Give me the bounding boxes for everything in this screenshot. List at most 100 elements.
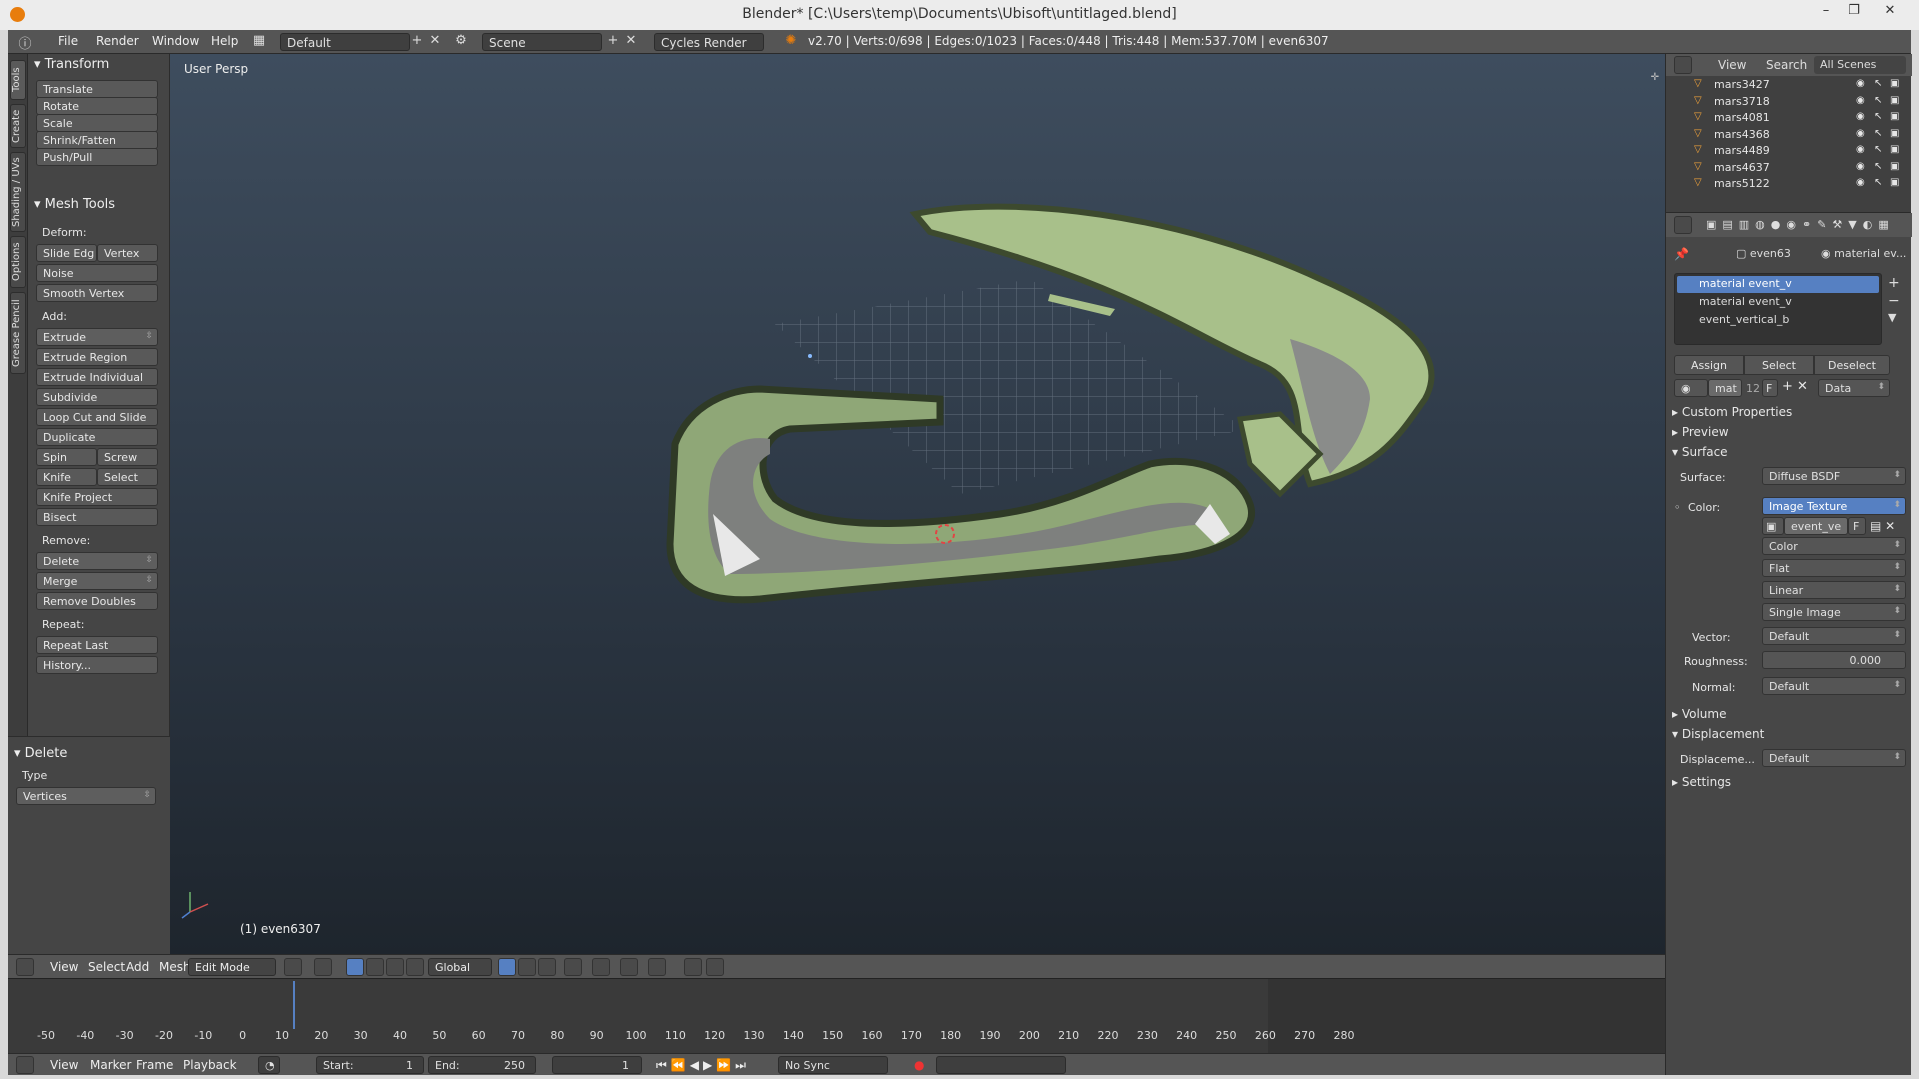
- menu-mesh[interactable]: Mesh: [159, 960, 191, 974]
- custom-properties-panel[interactable]: ▸ Custom Properties: [1672, 405, 1792, 419]
- outliner-row[interactable]: ▽ mars4637 ◉ ↖ ▣: [1666, 161, 1912, 177]
- material-slot-1[interactable]: material event_v: [1677, 276, 1879, 293]
- edge-select-icon[interactable]: [518, 958, 536, 976]
- material-slot-3[interactable]: event_vertical_b: [1677, 312, 1879, 329]
- fake-user-toggle[interactable]: F: [1762, 379, 1778, 397]
- preview-panel[interactable]: ▸ Preview: [1672, 425, 1729, 439]
- outliner-menu-view[interactable]: View: [1718, 58, 1746, 72]
- transform-panel-header[interactable]: ▾ Transform: [28, 54, 170, 76]
- smooth-vertex-button[interactable]: Smooth Vertex: [36, 284, 158, 302]
- menu-select[interactable]: Select: [88, 960, 125, 974]
- extrude-region-button[interactable]: Extrude Region: [36, 348, 158, 366]
- extrude-individual-button[interactable]: Extrude Individual: [36, 368, 158, 386]
- material-link-select[interactable]: Data: [1818, 379, 1890, 397]
- camera-icon[interactable]: [706, 958, 724, 976]
- displacement-select[interactable]: Default: [1762, 749, 1906, 767]
- rotate-manip-icon[interactable]: [386, 958, 404, 976]
- menu-file[interactable]: File: [58, 34, 78, 48]
- surface-shader-select[interactable]: Diffuse BSDF: [1762, 467, 1906, 485]
- color-input-select[interactable]: Image Texture: [1762, 497, 1906, 515]
- image-open-icon[interactable]: ▤ ✕: [1870, 519, 1895, 533]
- menu-window[interactable]: Window: [152, 34, 199, 48]
- end-frame-field[interactable]: End: 250: [428, 1056, 536, 1074]
- new-material-icon[interactable]: + ✕: [1782, 379, 1808, 394]
- deselect-button[interactable]: Deselect: [1814, 355, 1890, 375]
- displacement-panel[interactable]: ▾ Displacement: [1672, 727, 1764, 741]
- material-browse-icon[interactable]: ◉: [1674, 379, 1708, 397]
- keying-icon[interactable]: ◔: [258, 1056, 280, 1074]
- vector-select[interactable]: Default: [1762, 627, 1906, 645]
- viewport-corner-icon[interactable]: ✛: [1651, 72, 1659, 83]
- 3d-viewport[interactable]: User Persp (1) even6307 ✛: [170, 54, 1665, 954]
- remove-doubles-button[interactable]: Remove Doubles: [36, 592, 158, 610]
- color-socket-icon[interactable]: ◦: [1674, 501, 1681, 514]
- add-scene-icon[interactable]: +: [604, 33, 622, 51]
- render-restrict-icon[interactable]: ▣: [1890, 111, 1899, 122]
- render-restrict-icon[interactable]: ▣: [1890, 128, 1899, 139]
- pivot-icon[interactable]: [314, 958, 332, 976]
- texture-color-select[interactable]: Color: [1762, 537, 1906, 555]
- history-button[interactable]: History...: [36, 656, 158, 674]
- assign-button[interactable]: Assign: [1674, 355, 1744, 375]
- scale-manip-icon[interactable]: [406, 958, 424, 976]
- render-restrict-icon[interactable]: ▣: [1890, 177, 1899, 188]
- menu-help[interactable]: Help: [211, 34, 238, 48]
- image-fake-user[interactable]: F: [1848, 517, 1866, 535]
- render-restrict-icon[interactable]: ▣: [1890, 78, 1899, 89]
- material-slot-2[interactable]: material event_v: [1677, 294, 1879, 311]
- transform-orientation-select[interactable]: Global: [428, 958, 492, 976]
- surface-panel[interactable]: ▾ Surface: [1672, 445, 1728, 459]
- eye-icon[interactable]: ◉: [1856, 161, 1865, 172]
- select-restrict-icon[interactable]: ↖: [1874, 144, 1882, 155]
- delete-type-select[interactable]: Vertices: [16, 787, 156, 805]
- slide-edge-button[interactable]: Slide Edg: [36, 244, 97, 262]
- shrink-fatten-button[interactable]: Shrink/Fatten: [36, 131, 158, 149]
- start-frame-field[interactable]: Start: 1: [316, 1056, 424, 1074]
- slot-menu-icon[interactable]: ▼: [1888, 311, 1896, 324]
- outliner-row[interactable]: ▽ mars4489 ◉ ↖ ▣: [1666, 144, 1912, 160]
- eye-icon[interactable]: ◉: [1856, 144, 1865, 155]
- outliner-menu-search[interactable]: Search: [1766, 58, 1807, 72]
- volume-panel[interactable]: ▸ Volume: [1672, 707, 1726, 721]
- noise-button[interactable]: Noise: [36, 264, 158, 282]
- select-restrict-icon[interactable]: ↖: [1874, 161, 1882, 172]
- outliner-filter-select[interactable]: All Scenes: [1814, 56, 1906, 74]
- vertex-select-icon[interactable]: [498, 958, 516, 976]
- sync-select[interactable]: No Sync: [778, 1056, 888, 1074]
- add-layout-icon[interactable]: +: [408, 33, 426, 51]
- knife-button[interactable]: Knife: [36, 468, 97, 486]
- select-restrict-icon[interactable]: ↖: [1874, 78, 1882, 89]
- bisect-button[interactable]: Bisect: [36, 508, 158, 526]
- texture-source-select[interactable]: Single Image: [1762, 603, 1906, 621]
- menu-view[interactable]: View: [50, 960, 78, 974]
- texture-interpolation-select[interactable]: Linear: [1762, 581, 1906, 599]
- spin-button[interactable]: Spin: [36, 448, 97, 466]
- select-restrict-icon[interactable]: ↖: [1874, 95, 1882, 106]
- tab-tools[interactable]: Tools: [10, 60, 26, 100]
- mode-select[interactable]: Edit Mode: [188, 958, 276, 976]
- subdivide-button[interactable]: Subdivide: [36, 388, 158, 406]
- tab-shading-uvs[interactable]: Shading / UVs: [10, 152, 26, 232]
- scene-icon[interactable]: ⚙: [452, 33, 470, 51]
- select-restrict-icon[interactable]: ↖: [1874, 128, 1882, 139]
- render-engine-select[interactable]: Cycles Render: [654, 33, 764, 51]
- screen-layout-field[interactable]: Default: [280, 33, 410, 51]
- image-browse-icon[interactable]: ▣: [1762, 517, 1784, 535]
- remove-slot-icon[interactable]: −: [1888, 293, 1900, 309]
- face-select-icon[interactable]: [538, 958, 556, 976]
- eye-icon[interactable]: ◉: [1856, 78, 1865, 89]
- tab-options[interactable]: Options: [10, 236, 26, 288]
- keying-set-field[interactable]: [936, 1056, 1066, 1074]
- outliner-editor-icon[interactable]: [1674, 56, 1692, 74]
- render-restrict-icon[interactable]: ▣: [1890, 144, 1899, 155]
- operator-panel-header[interactable]: ▾ Delete: [8, 743, 170, 765]
- shading-icon[interactable]: [284, 958, 302, 976]
- info-editor-icon[interactable]: ⓘ: [16, 33, 34, 52]
- render-restrict-icon[interactable]: ▣: [1890, 161, 1899, 172]
- timeline-menu-frame[interactable]: Frame: [136, 1058, 173, 1072]
- settings-panel[interactable]: ▸ Settings: [1672, 775, 1731, 789]
- snap-target-icon[interactable]: [648, 958, 666, 976]
- loop-cut-button[interactable]: Loop Cut and Slide: [36, 408, 158, 426]
- roughness-slider[interactable]: 0.000: [1762, 651, 1906, 669]
- screw-button[interactable]: Screw: [97, 448, 158, 466]
